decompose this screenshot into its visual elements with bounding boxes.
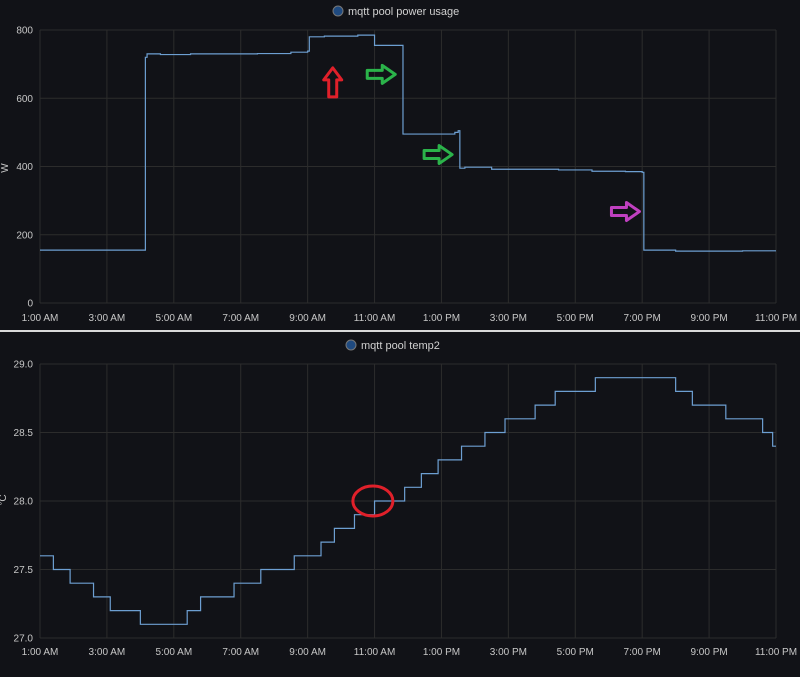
green-right-arrow-annotation — [365, 63, 397, 85]
power-x-tick-label: 5:00 PM — [557, 313, 594, 324]
power-x-tick-label: 5:00 AM — [155, 313, 192, 324]
temp-x-tick-label: 11:00 AM — [354, 647, 396, 658]
temp-x-tick-label: 9:00 AM — [289, 647, 326, 658]
power-x-tick-label: 3:00 PM — [490, 313, 527, 324]
temp-x-tick-label: 7:00 AM — [222, 647, 259, 658]
power-x-tick-label: 9:00 AM — [289, 313, 326, 324]
power-x-tick-label: 7:00 AM — [222, 313, 259, 324]
temp-x-tick-label: 3:00 PM — [490, 647, 527, 658]
temp-x-tick-label: 5:00 AM — [155, 647, 192, 658]
power-chart-title: mqtt pool power usage — [332, 5, 459, 18]
power-y-tick-label: 800 — [16, 26, 33, 37]
temp-x-tick-label: 1:00 AM — [22, 647, 59, 658]
pool-temp-chart: mqtt pool temp2 27.0 27.5 28.0 28.5 29.0 1:00… — [0, 339, 797, 658]
power-usage-chart: mqtt pool power usage 0 200 400 600 800 1:00 … — [0, 5, 797, 324]
temp-x-tick-label: 7:00 PM — [624, 647, 661, 658]
power-y-tick-label: 400 — [16, 162, 33, 173]
green-right-arrow-annotation — [422, 144, 454, 166]
temp-y-tick-label: 27.5 — [14, 565, 34, 576]
power-y-axis-label: W — [0, 163, 11, 173]
red-up-arrow-annotation — [322, 66, 344, 99]
power-x-tick-label: 3:00 AM — [89, 313, 126, 324]
power-x-tick-label: 11:00 PM — [755, 313, 797, 324]
temp-chart-title: mqtt pool temp2 — [345, 339, 440, 352]
power-y-tick-label: 200 — [16, 230, 33, 241]
power-x-tick-label: 1:00 PM — [423, 313, 460, 324]
power-x-tick-label: 1:00 AM — [22, 313, 59, 324]
power-chart-title-text: mqtt pool power usage — [348, 6, 459, 18]
temp-legend-marker[interactable] — [345, 339, 357, 351]
temp-x-tick-label: 3:00 AM — [89, 647, 126, 658]
temp-y-tick-label: 29.0 — [14, 360, 34, 371]
temp-chart-title-text: mqtt pool temp2 — [361, 340, 440, 352]
temp-y-tick-label: 27.0 — [14, 634, 34, 645]
temp-y-tick-label: 28.0 — [14, 497, 34, 508]
temp-y-axis-label: °C — [0, 494, 9, 505]
power-y-tick-label: 0 — [27, 299, 33, 310]
temp-x-tick-label: 5:00 PM — [557, 647, 594, 658]
power-x-tick-label: 9:00 PM — [690, 313, 727, 324]
power-series-line — [40, 34, 776, 252]
purple-right-arrow-annotation — [609, 201, 641, 223]
power-x-tick-label: 11:00 AM — [354, 313, 396, 324]
temp-x-tick-label: 9:00 PM — [690, 647, 727, 658]
temp-y-tick-label: 28.5 — [14, 428, 34, 439]
power-x-tick-label: 7:00 PM — [624, 313, 661, 324]
temp-x-tick-label: 11:00 PM — [755, 647, 797, 658]
temp-x-tick-label: 1:00 PM — [423, 647, 460, 658]
power-y-tick-label: 600 — [16, 94, 33, 105]
power-legend-marker[interactable] — [332, 5, 344, 17]
